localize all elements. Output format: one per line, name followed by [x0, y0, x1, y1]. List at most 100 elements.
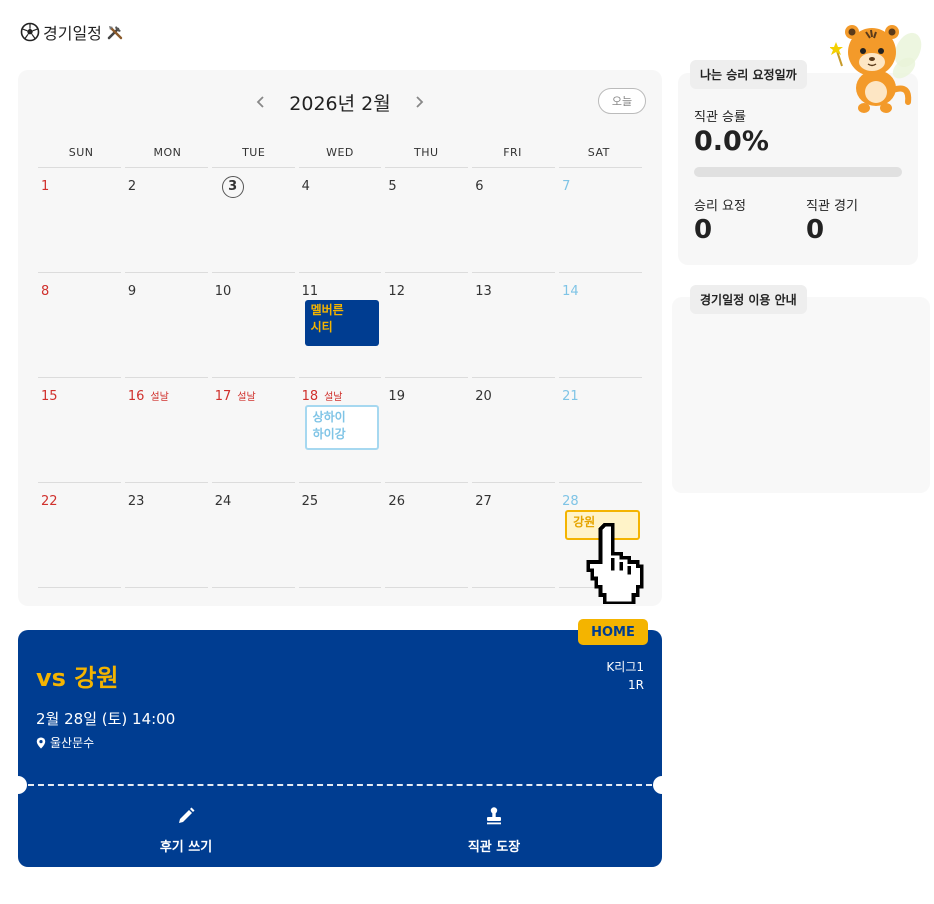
day-number: 6 [475, 179, 484, 194]
day-number: 7 [562, 179, 571, 194]
calendar-day-cell[interactable]: 3 [211, 167, 295, 273]
win-count-value: 0 [694, 215, 713, 245]
holiday-label: 설날 [237, 392, 256, 403]
calendar-day-cell[interactable]: 1 [38, 167, 121, 273]
day-number: 5 [388, 179, 397, 194]
ticket-divider [28, 784, 652, 786]
prev-month-button[interactable] [251, 92, 271, 112]
calendar-day-cell[interactable]: 16 설날 [124, 377, 208, 483]
month-label: 2026년 2월 [289, 92, 391, 115]
calendar-day-cell[interactable]: 25 [298, 482, 382, 588]
weekday-label: SAT [587, 146, 610, 159]
day-number: 24 [214, 494, 232, 509]
calendar-day-cell[interactable]: 15 [38, 377, 121, 483]
calendar-day-cell[interactable]: 13 [472, 272, 556, 378]
home-badge: HOME [578, 619, 648, 645]
day-number: 14 [562, 284, 579, 299]
pencil-icon [179, 807, 195, 823]
day-number: 19 [388, 389, 405, 404]
calendar-day-cell[interactable]: 12 [385, 272, 469, 378]
write-review-label: 후기 쓰기 [159, 840, 213, 855]
day-number: 20 [475, 389, 492, 404]
calendar-day-cell[interactable]: 9 [124, 272, 208, 378]
match-league: K리그1 1R [606, 658, 644, 694]
day-number: 25 [301, 494, 319, 509]
day-number: 22 [41, 494, 58, 509]
weekday-label: FRI [503, 146, 522, 159]
league-name: K리그1 [606, 660, 644, 674]
day-number: 4 [301, 179, 310, 194]
day-number: 13 [475, 284, 492, 299]
stamp-icon [487, 807, 501, 825]
day-number: 3 [221, 176, 244, 198]
weekday-label: SUN [68, 146, 94, 159]
calendar-day-cell[interactable]: 26 [385, 482, 469, 588]
calendar-day-cell[interactable]: 21 [559, 377, 642, 483]
day-number: 11 [301, 284, 319, 299]
attendance-stamp-button[interactable]: 직관 도장 [394, 806, 594, 855]
calendar-day-cell[interactable]: 11 멜버른 시티 [298, 272, 382, 378]
league-round: 1R [628, 678, 644, 692]
holiday-label: 설날 [324, 392, 343, 403]
calendar-day-cell[interactable]: 10 [211, 272, 295, 378]
day-number: 27 [475, 494, 492, 509]
day-number: 26 [388, 494, 405, 509]
hand-pointer-icon [586, 523, 644, 604]
day-number: 18 [301, 389, 319, 404]
day-number: 1 [41, 179, 50, 194]
next-month-button[interactable] [409, 92, 429, 112]
calendar-day-cell[interactable]: 14 [559, 272, 642, 378]
weekday-header: SUN MON TUE WED THU FRI SAT [38, 146, 642, 159]
calendar-day-cell[interactable]: 24 [211, 482, 295, 588]
weekday-label: MON [153, 146, 182, 159]
calendar-day-cell[interactable]: 22 [38, 482, 121, 588]
win-rate-label: 직관 승률 [694, 110, 746, 125]
calendar-day-cell[interactable]: 19 [385, 377, 469, 483]
day-number: 10 [214, 284, 232, 299]
holiday-label: 설날 [150, 392, 169, 403]
calendar-day-cell[interactable]: 20 [472, 377, 556, 483]
chevron-left-icon [256, 96, 264, 108]
calendar-day-cell[interactable]: 23 [124, 482, 208, 588]
usage-guide-panel: 경기일정 이용 안내 [672, 285, 930, 493]
match-event[interactable]: 멜버른 시티 [304, 300, 379, 346]
day-number: 16 [127, 389, 145, 404]
page-title: 경기일정 [20, 20, 125, 44]
soccer-ball-icon [20, 22, 40, 42]
win-rate-bar [694, 167, 902, 177]
games-count-value: 0 [806, 215, 825, 245]
day-number: 9 [127, 284, 137, 299]
ticket-notch-left [18, 776, 27, 794]
tools-icon [107, 26, 123, 40]
usage-guide-tab: 경기일정 이용 안내 [690, 285, 807, 314]
calendar-day-cell[interactable]: 2 [124, 167, 208, 273]
calendar-day-cell[interactable]: 8 [38, 272, 121, 378]
match-venue: 울산문수 [36, 734, 94, 751]
day-number: 21 [562, 389, 579, 404]
calendar-header: 2026년 2월 [18, 88, 662, 116]
calendar-day-cell[interactable]: 18 설날상하이 하이강 [298, 377, 382, 483]
day-number: 17 [214, 389, 232, 404]
calendar-day-cell[interactable]: 17 설날 [211, 377, 295, 483]
match-opponent: vs 강원 [36, 664, 119, 692]
day-number: 8 [41, 284, 50, 299]
match-card: vs 강원 K리그1 1R 2월 28일 (토) 14:00 울산문수 후기 쓰… [18, 630, 662, 867]
write-review-button[interactable]: 후기 쓰기 [86, 806, 286, 855]
match-event[interactable]: 상하이 하이강 [304, 405, 379, 450]
page-title-text: 경기일정 [43, 24, 102, 43]
ticket-notch-right [653, 776, 662, 794]
match-datetime: 2월 28일 (토) 14:00 [36, 710, 176, 728]
weekday-label: TUE [242, 146, 266, 159]
calendar-day-cell[interactable]: 27 [472, 482, 556, 588]
day-number: 12 [388, 284, 405, 299]
day-number: 2 [127, 179, 137, 194]
chevron-right-icon [416, 96, 423, 108]
day-number: 23 [127, 494, 145, 509]
calendar-day-cell[interactable]: 5 [385, 167, 469, 273]
weekday-label: WED [326, 146, 354, 159]
today-button[interactable]: 오늘 [598, 88, 646, 114]
calendar-day-cell[interactable]: 6 [472, 167, 556, 273]
calendar: 2026년 2월 오늘 SUN MON TUE WED THU FRI SAT … [18, 70, 662, 606]
calendar-day-cell[interactable]: 4 [298, 167, 382, 273]
calendar-day-cell[interactable]: 7 [559, 167, 642, 273]
